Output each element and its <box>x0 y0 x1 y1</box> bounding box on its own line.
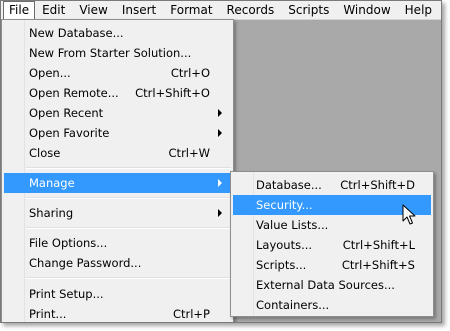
menu-window[interactable]: Window <box>336 1 397 20</box>
menu-item-label: Security... <box>256 198 313 212</box>
menu-item-open[interactable]: Open... Ctrl+O <box>4 63 231 83</box>
menu-item-shortcut: Ctrl+Shift+D <box>340 178 415 192</box>
menu-item-label: Database... <box>256 178 322 192</box>
submenu-item-containers[interactable]: Containers... <box>233 295 431 315</box>
menu-item-shortcut: Ctrl+P <box>172 307 210 321</box>
menu-item-print-setup[interactable]: Print Setup... <box>4 284 231 304</box>
menu-item-label: External Data Sources... <box>256 278 395 292</box>
menu-item-label: Change Password... <box>29 256 142 270</box>
menu-separator <box>26 167 231 169</box>
menu-item-sharing[interactable]: Sharing <box>4 203 231 223</box>
submenu-arrow-icon <box>218 109 222 117</box>
menu-file[interactable]: File <box>3 1 36 20</box>
submenu-item-layouts[interactable]: Layouts... Ctrl+Shift+L <box>233 235 431 255</box>
menu-item-label: File Options... <box>29 236 108 250</box>
menu-item-shortcut: Ctrl+Shift+O <box>135 86 210 100</box>
menu-format[interactable]: Format <box>163 1 219 20</box>
menu-separator <box>26 197 231 199</box>
menu-separator <box>26 277 231 279</box>
menu-item-print[interactable]: Print... Ctrl+P <box>4 304 231 322</box>
menu-item-label: Print Setup... <box>29 287 104 301</box>
submenu-item-scripts[interactable]: Scripts... Ctrl+Shift+S <box>233 255 431 275</box>
menu-item-label: New From Starter Solution... <box>29 46 192 60</box>
menu-view[interactable]: View <box>72 1 114 20</box>
menu-item-shortcut: Ctrl+Shift+L <box>342 238 415 252</box>
submenu-arrow-icon <box>218 129 222 137</box>
menu-item-label: Open... <box>29 66 71 80</box>
menu-item-label: Scripts... <box>256 258 307 272</box>
submenu-item-database[interactable]: Database... Ctrl+Shift+D <box>233 175 431 195</box>
menu-records[interactable]: Records <box>220 1 282 20</box>
menu-item-shortcut: Ctrl+W <box>168 146 210 160</box>
menu-insert[interactable]: Insert <box>115 1 163 20</box>
mouse-pointer-icon <box>402 204 416 225</box>
menu-item-label: Close <box>29 146 61 160</box>
manage-submenu: Database... Ctrl+Shift+D Security... Val… <box>230 171 434 317</box>
menu-help[interactable]: Help <box>398 1 439 20</box>
menu-item-label: Manage <box>29 176 75 190</box>
menu-bar: File Edit View Insert Format Records Scr… <box>1 1 441 20</box>
app-window: File Edit View Insert Format Records Scr… <box>0 0 442 323</box>
menu-item-open-recent[interactable]: Open Recent <box>4 103 231 123</box>
menu-item-label: Sharing <box>29 206 74 220</box>
menu-item-label: Open Remote... <box>29 86 119 100</box>
menu-item-new-database[interactable]: New Database... <box>4 23 231 43</box>
menu-item-file-options[interactable]: File Options... <box>4 233 231 253</box>
menu-separator <box>26 227 231 229</box>
menu-item-label: Print... <box>29 307 67 321</box>
file-menu-dropdown: New Database... New From Starter Solutio… <box>1 19 234 322</box>
menu-item-close[interactable]: Close Ctrl+W <box>4 143 231 163</box>
menu-item-new-from-starter[interactable]: New From Starter Solution... <box>4 43 231 63</box>
menu-item-shortcut: Ctrl+Shift+S <box>341 258 415 272</box>
submenu-item-external-data-sources[interactable]: External Data Sources... <box>233 275 431 295</box>
menu-item-manage[interactable]: Manage <box>4 173 231 193</box>
menu-item-label: Containers... <box>256 298 330 312</box>
menu-scripts[interactable]: Scripts <box>281 1 336 20</box>
menu-item-label: Value Lists... <box>256 218 329 232</box>
menu-edit[interactable]: Edit <box>35 1 72 20</box>
menu-item-shortcut: Ctrl+O <box>170 66 210 80</box>
submenu-arrow-icon <box>218 209 222 217</box>
submenu-arrow-icon <box>218 179 222 187</box>
menu-item-label: Open Favorite <box>29 126 110 140</box>
menu-item-change-password[interactable]: Change Password... <box>4 253 231 273</box>
menu-item-label: New Database... <box>29 26 124 40</box>
menu-item-label: Open Recent <box>29 106 104 120</box>
menu-item-open-remote[interactable]: Open Remote... Ctrl+Shift+O <box>4 83 231 103</box>
menu-item-open-favorite[interactable]: Open Favorite <box>4 123 231 143</box>
menu-item-label: Layouts... <box>256 238 313 252</box>
